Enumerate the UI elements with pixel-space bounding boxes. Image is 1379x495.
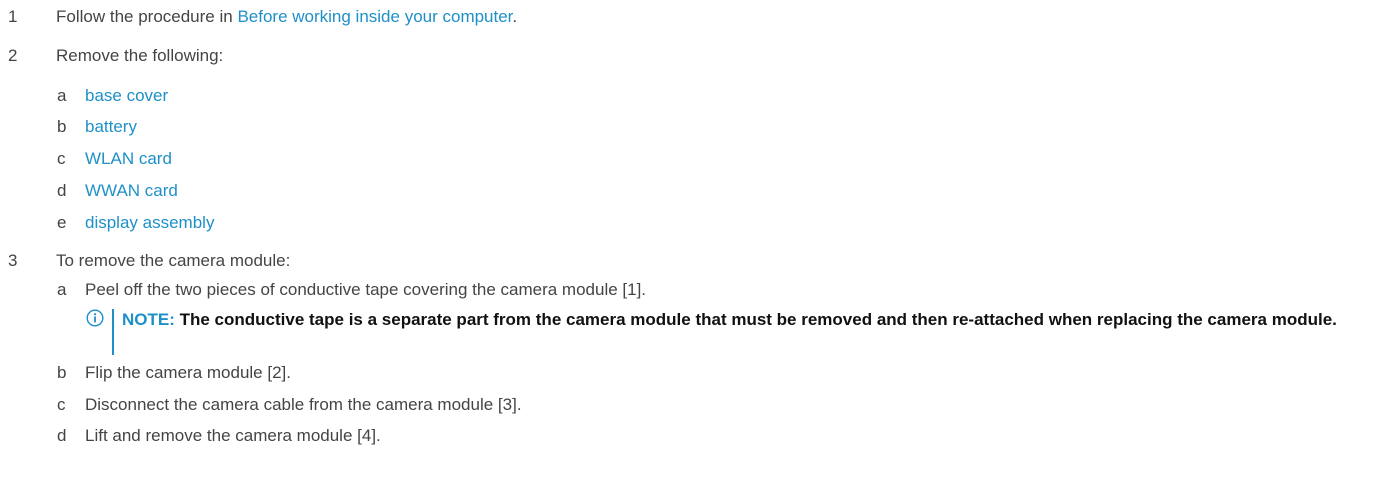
step-number: 2 bbox=[8, 46, 18, 65]
step-text: Remove the following: bbox=[56, 46, 224, 65]
substep-letter: c bbox=[57, 149, 66, 168]
base-cover-link[interactable]: base cover bbox=[85, 86, 168, 105]
substep-text: Peel off the two pieces of conductive ta… bbox=[85, 280, 647, 299]
substep-letter: e bbox=[57, 213, 67, 232]
display-assembly-link[interactable]: display assembly bbox=[85, 213, 214, 232]
wwan-card-link[interactable]: WWAN card bbox=[85, 181, 178, 200]
step-text-suffix: . bbox=[512, 7, 518, 26]
substep-letter: b bbox=[57, 363, 67, 382]
battery-link[interactable]: battery bbox=[85, 117, 137, 136]
note-body: The conductive tape is a separate part f… bbox=[174, 310, 1337, 329]
substep-text: Disconnect the camera cable from the cam… bbox=[85, 395, 522, 414]
before-working-link[interactable]: Before working inside your computer bbox=[237, 7, 512, 26]
substep-letter: a bbox=[57, 86, 67, 105]
substep-letter: d bbox=[57, 181, 67, 200]
substep-text: Flip the camera module [2]. bbox=[85, 363, 291, 382]
note-label: NOTE: bbox=[122, 310, 175, 329]
step-text: To remove the camera module: bbox=[56, 251, 291, 270]
note-text: NOTE: The conductive tape is a separate … bbox=[122, 307, 1362, 333]
substep-letter: a bbox=[57, 280, 67, 299]
step-number: 3 bbox=[8, 251, 18, 270]
document: 1 Follow the procedure in Before working… bbox=[0, 0, 1379, 495]
step-number: 1 bbox=[8, 7, 18, 26]
wlan-card-link[interactable]: WLAN card bbox=[85, 149, 172, 168]
step-text-prefix: Follow the procedure in bbox=[56, 7, 238, 26]
substep-letter: d bbox=[57, 426, 67, 445]
substep-letter: c bbox=[57, 395, 66, 414]
substep-text: Lift and remove the camera module [4]. bbox=[85, 426, 381, 445]
info-icon bbox=[86, 309, 104, 327]
step-text: Follow the procedure in Before working i… bbox=[56, 6, 517, 28]
note-divider bbox=[112, 309, 114, 355]
substep-letter: b bbox=[57, 117, 67, 136]
